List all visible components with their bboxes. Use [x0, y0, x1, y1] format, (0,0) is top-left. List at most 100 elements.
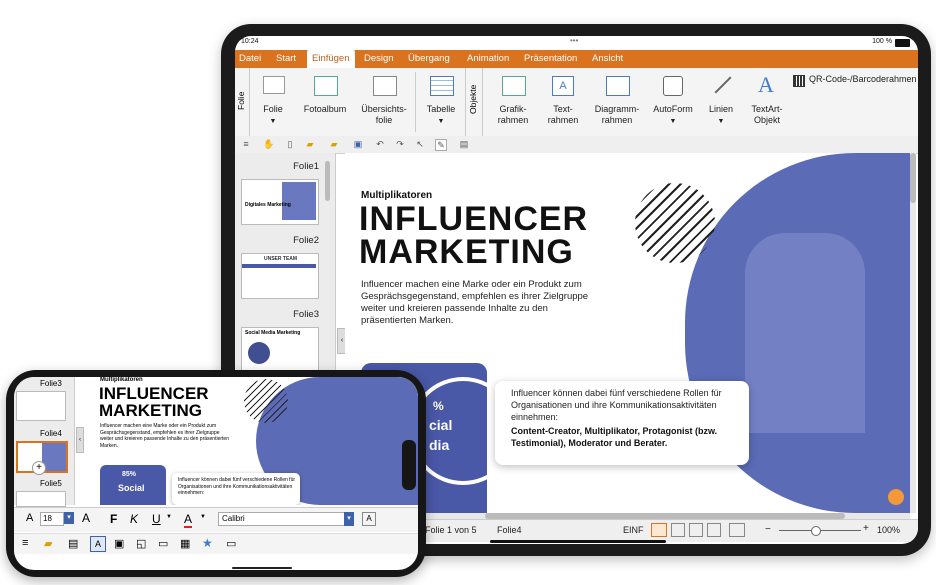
- text-frame-icon: A: [552, 76, 574, 96]
- new-file-icon[interactable]: ▯: [285, 139, 295, 149]
- font-name-dropdown-icon[interactable]: ▾: [344, 512, 354, 526]
- underline-button[interactable]: U: [152, 512, 161, 526]
- phone-text-frame-icon[interactable]: A: [90, 536, 106, 552]
- text-frame-label: Text- rahmen: [547, 104, 579, 125]
- redo-icon[interactable]: ↷: [395, 139, 405, 149]
- qr-code-button[interactable]: QR-Code-/Barcoderahmen: [793, 74, 918, 88]
- autoshape-label: AutoForm: [653, 104, 693, 114]
- phone-thumb-label-1: Folie3: [40, 379, 62, 388]
- bold-button[interactable]: F: [110, 512, 117, 526]
- thumb-caption-1: Digitales Marketing: [245, 202, 291, 208]
- photo-album-button[interactable]: Fotoalbum: [299, 72, 351, 134]
- phone-home-indicator: [232, 567, 292, 569]
- chevron-down-icon: ▼: [437, 118, 445, 125]
- phone-notch: [402, 440, 416, 490]
- presentation-icon[interactable]: [729, 523, 745, 537]
- current-slide-name: Folie4: [497, 525, 522, 535]
- decrease-font-icon[interactable]: A: [26, 512, 33, 524]
- chart-frame-button[interactable]: Diagramm- rahmen: [589, 72, 645, 134]
- font-size-dropdown-icon[interactable]: ▾: [64, 512, 74, 524]
- font-name-field[interactable]: Calibri: [218, 512, 353, 526]
- layout-icon[interactable]: ▤: [459, 139, 469, 149]
- lines-label: Linien: [708, 104, 734, 114]
- phone-shape-icon[interactable]: ◱: [136, 537, 146, 550]
- ribbon-group-objekte: Objekte: [465, 68, 483, 136]
- thumbs-scrollbar[interactable]: [325, 161, 330, 201]
- insert-slide-button[interactable]: Folie ▼: [255, 72, 291, 134]
- undo-icon[interactable]: ↶: [375, 139, 385, 149]
- text-frame-button[interactable]: A Text- rahmen: [541, 72, 585, 134]
- thumb-label-1: Folie1: [293, 161, 319, 172]
- textart-button[interactable]: A TextArt- Objekt: [745, 72, 789, 134]
- slide-scroll-thumb[interactable]: [910, 153, 916, 203]
- slide-count: Folie 1 von 5: [425, 525, 477, 535]
- character-format-icon[interactable]: A: [362, 512, 376, 526]
- ribbon: Folie Folie ▼ Fotoalbum Übersichts- foli…: [235, 68, 918, 137]
- autoshape-button[interactable]: AutoForm ▼: [649, 72, 697, 134]
- menu-datei[interactable]: Datei: [239, 50, 261, 68]
- phone-stat-percent: 85%: [122, 471, 137, 478]
- phone-list-icon[interactable]: ≡: [22, 537, 28, 549]
- phone-stat-label: Social: [118, 483, 145, 493]
- menu-ansicht[interactable]: Ansicht: [592, 50, 623, 68]
- slide-person-photo: [745, 233, 865, 433]
- battery-icon: [895, 39, 910, 47]
- zoom-slider[interactable]: [779, 526, 861, 536]
- phone-thumb-label-2: Folie4: [40, 429, 62, 438]
- slide-thumbnail-3[interactable]: Social Media Marketing: [241, 327, 319, 373]
- menu-praesentation[interactable]: Präsentation: [524, 50, 577, 68]
- increase-font-icon[interactable]: A: [82, 511, 90, 525]
- font-size-field[interactable]: 18: [40, 512, 64, 526]
- phone-slide-thumbnail-1[interactable]: [16, 391, 66, 421]
- phone-star-icon[interactable]: ★: [202, 536, 213, 550]
- slide-thumbnail-1[interactable]: Digitales Marketing: [241, 179, 319, 225]
- chevron-down-icon: ▼: [717, 118, 725, 125]
- table-button[interactable]: Tabelle ▼: [421, 72, 461, 134]
- autoshape-icon: [663, 76, 683, 96]
- phone-table-icon[interactable]: ▦: [180, 537, 190, 550]
- phone-open-folder-icon[interactable]: ▰: [44, 537, 52, 550]
- ribbon-side-label-folie: Folie: [236, 91, 246, 110]
- hand-icon[interactable]: ✋: [263, 139, 274, 149]
- open-folder-icon[interactable]: ▰: [305, 139, 315, 149]
- textart-icon: A: [758, 72, 774, 97]
- menu-animation[interactable]: Animation: [467, 50, 509, 68]
- summary-slide-button[interactable]: Übersichts- folie: [357, 72, 411, 134]
- save-icon[interactable]: ▣: [353, 139, 363, 149]
- folder-icon[interactable]: ▰: [329, 139, 339, 149]
- pointer-icon[interactable]: ↖: [415, 139, 425, 149]
- slide-thumbnail-2[interactable]: UNSER TEAM: [241, 253, 319, 299]
- font-color-dropdown-icon[interactable]: ▼: [200, 514, 206, 520]
- outline-view-icon[interactable]: [689, 523, 703, 537]
- zoom-slider-thumb[interactable]: [811, 526, 821, 536]
- phone-picture-icon[interactable]: ▣: [114, 537, 124, 550]
- slide-sorter-icon[interactable]: [671, 523, 685, 537]
- zoom-in-icon[interactable]: +: [863, 523, 869, 534]
- list-icon[interactable]: ≡: [241, 139, 251, 149]
- orange-badge-icon[interactable]: [888, 489, 904, 505]
- slide-title-line2: MARKETING: [359, 233, 574, 271]
- phone-textbox-icon[interactable]: ▭: [158, 537, 168, 550]
- phone-collapse-panel-button[interactable]: ‹: [76, 427, 84, 453]
- summary-slide-icon: [373, 76, 397, 96]
- phone-window-icon[interactable]: ▭: [226, 537, 236, 550]
- font-color-button[interactable]: A: [184, 512, 193, 528]
- italic-button[interactable]: K: [130, 512, 138, 526]
- menu-uebergang[interactable]: Übergang: [408, 50, 450, 68]
- thumb-bar: [242, 264, 316, 268]
- phone-clipboard-icon[interactable]: ▤: [68, 537, 78, 550]
- add-slide-icon[interactable]: +: [32, 461, 46, 475]
- menu-start[interactable]: Start: [276, 50, 296, 68]
- lines-button[interactable]: Linien ▼: [701, 72, 741, 134]
- picture-frame-button[interactable]: Grafik- rahmen: [487, 72, 539, 134]
- normal-view-icon[interactable]: [651, 523, 667, 537]
- slide-scrollbar[interactable]: [910, 153, 916, 513]
- phone-slide-thumbnail-3[interactable]: [16, 491, 66, 507]
- menu-design[interactable]: Design: [364, 50, 394, 68]
- stat-label-2: dia: [429, 437, 450, 453]
- menu-einfuegen[interactable]: Einfügen: [307, 50, 355, 68]
- notes-view-icon[interactable]: [707, 523, 721, 537]
- zoom-out-icon[interactable]: −: [765, 524, 771, 535]
- format-painter-icon[interactable]: ✎: [435, 139, 447, 151]
- underline-dropdown-icon[interactable]: ▼: [166, 514, 172, 520]
